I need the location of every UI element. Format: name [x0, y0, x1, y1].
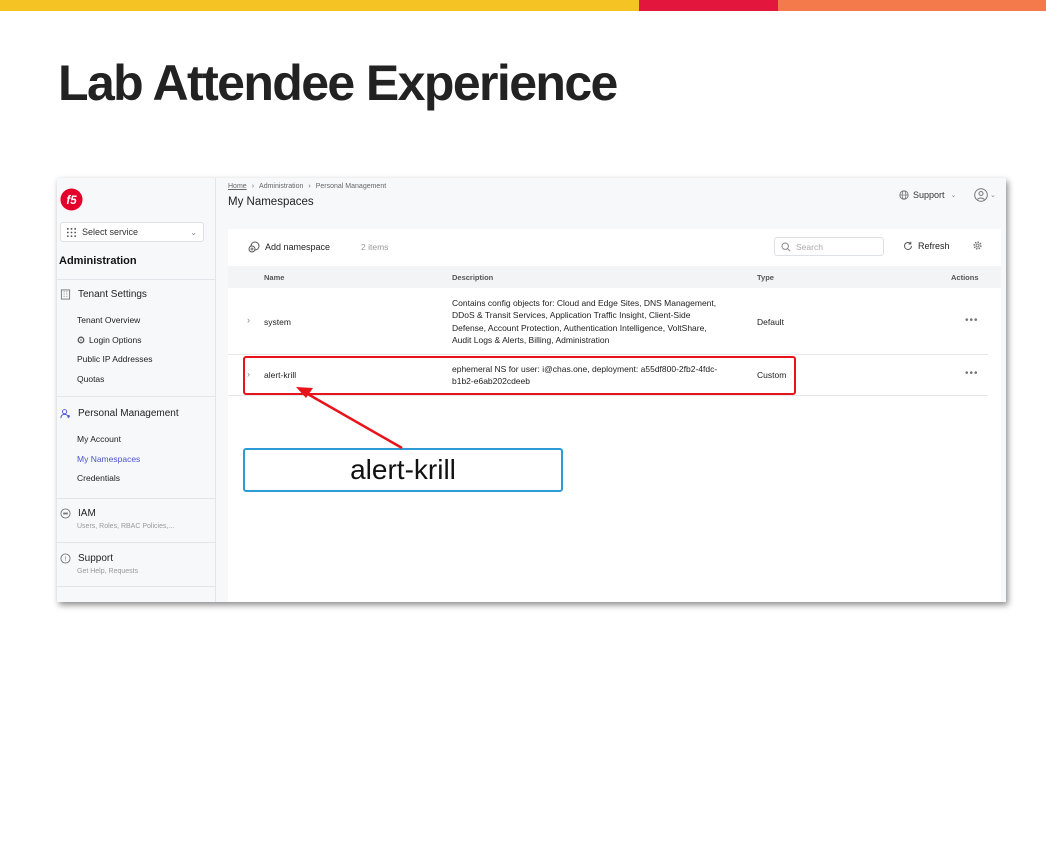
f5-logo-icon: f5 [60, 188, 83, 211]
search-input[interactable]: Search [774, 237, 884, 256]
slide-title: Lab Attendee Experience [58, 55, 618, 111]
column-header-name[interactable]: Name [264, 273, 284, 282]
toolbar: Add namespace 2 items Search Refresh [228, 229, 1001, 265]
sidebar-item-quotas[interactable]: Quotas [77, 374, 104, 384]
sidebar-item-public-ip-addresses[interactable]: Public IP Addresses [77, 354, 152, 364]
row-actions-menu[interactable]: ••• [965, 315, 979, 326]
table-row[interactable]: › system Contains config objects for: Cl… [228, 288, 988, 355]
breadcrumb-home[interactable]: Home [228, 183, 247, 190]
sidebar-item-tenant-overview[interactable]: Tenant Overview [77, 315, 140, 325]
sidebar-section-label: Personal Management [78, 408, 179, 419]
support-menu[interactable]: Support ⌄ [899, 190, 956, 200]
description-line: Audit Logs & Alerts, Billing, Administra… [452, 334, 610, 345]
users-icon [60, 409, 70, 419]
service-select-label: Select service [82, 227, 139, 237]
callout-label: alert-krill [243, 448, 563, 492]
sidebar-section-sub: Users, Roles, RBAC Policies,... [77, 523, 175, 530]
sidebar-section-label: Tenant Settings [78, 289, 147, 300]
support-menu-label: Support [913, 190, 945, 200]
refresh-button[interactable]: Refresh [903, 241, 950, 251]
account-menu[interactable]: ⌄ [974, 188, 996, 202]
namespace-name[interactable]: system [264, 317, 291, 327]
top-bar-orange [778, 0, 1046, 11]
add-namespace-label: Add namespace [265, 242, 331, 252]
gear-icon [77, 336, 85, 344]
svg-text:!: ! [65, 556, 67, 563]
highlight-box [243, 356, 796, 395]
breadcrumb-administration[interactable]: Administration [259, 183, 303, 190]
column-header-actions: Actions [951, 273, 979, 282]
search-icon [781, 241, 791, 252]
sidebar-section-iam[interactable]: IAM [60, 508, 96, 519]
search-placeholder: Search [796, 241, 823, 252]
iam-icon [60, 508, 71, 519]
column-header-description[interactable]: Description [452, 273, 493, 282]
namespaces-panel: Add namespace 2 items Search Refresh Nam… [228, 229, 1001, 602]
row-actions-menu[interactable]: ••• [965, 368, 979, 379]
add-namespace-icon [248, 241, 260, 253]
sidebar-item-label: Login Options [89, 335, 142, 345]
page-title: My Namespaces [228, 196, 314, 208]
refresh-icon [904, 241, 912, 250]
sidebar-item-login-options[interactable]: Login Options [77, 335, 141, 345]
breadcrumb: Home › Administration › Personal Management [228, 183, 387, 190]
sidebar-item-my-namespaces[interactable]: My Namespaces [77, 454, 140, 464]
top-bar-red [639, 0, 778, 11]
description-line: Contains config objects for: Cloud and E… [452, 298, 717, 308]
sidebar-section-label: IAM [78, 508, 96, 519]
breadcrumb-personal-management: Personal Management [315, 183, 387, 190]
table-header: Name Description Type Actions [228, 266, 1001, 288]
top-bar-yellow [0, 0, 639, 11]
chevron-down-icon: ⌄ [950, 192, 957, 199]
namespace-type: Default [757, 317, 784, 327]
help-icon: ! [60, 553, 71, 564]
divider [57, 396, 215, 397]
service-select[interactable]: Select service ⌄ [60, 222, 204, 242]
settings-gear-icon[interactable] [972, 240, 983, 251]
sidebar-item-my-account[interactable]: My Account [77, 434, 121, 444]
sidebar-heading: Administration [59, 255, 137, 267]
add-namespace-button[interactable]: Add namespace [248, 241, 330, 253]
sidebar-section-label: Support [78, 553, 114, 564]
divider [57, 586, 215, 587]
divider [57, 542, 215, 543]
chevron-down-icon: ⌄ [190, 227, 197, 237]
sidebar: f5 Select service ⌄ Administration Tenan… [57, 178, 216, 602]
user-avatar-icon [974, 188, 988, 202]
expand-chevron-icon[interactable]: › [247, 315, 250, 325]
description-line: Defense, Account Protection, Authenticat… [452, 322, 707, 333]
sidebar-section-tenant-settings[interactable]: Tenant Settings [60, 289, 147, 300]
grid-icon [66, 227, 77, 237]
sidebar-section-personal-management[interactable]: Personal Management [60, 408, 179, 419]
chevron-down-icon: ⌄ [990, 192, 996, 199]
divider [57, 279, 215, 280]
sidebar-section-support[interactable]: ! Support [60, 553, 113, 564]
sidebar-item-credentials[interactable]: Credentials [77, 473, 120, 483]
items-count: 2 items [361, 242, 389, 252]
refresh-label: Refresh [918, 241, 950, 251]
svg-text:f5: f5 [66, 195, 77, 207]
sidebar-section-sub: Get Help, Requests [77, 568, 139, 575]
building-icon [60, 289, 71, 300]
divider [57, 498, 215, 499]
column-header-type[interactable]: Type [757, 273, 774, 282]
globe-icon [899, 190, 909, 200]
slide-top-bar [0, 0, 1046, 11]
description-line: DDoS & Transit Services, Application Tra… [452, 310, 691, 321]
namespace-description: Contains config objects for: Cloud and E… [452, 297, 752, 346]
